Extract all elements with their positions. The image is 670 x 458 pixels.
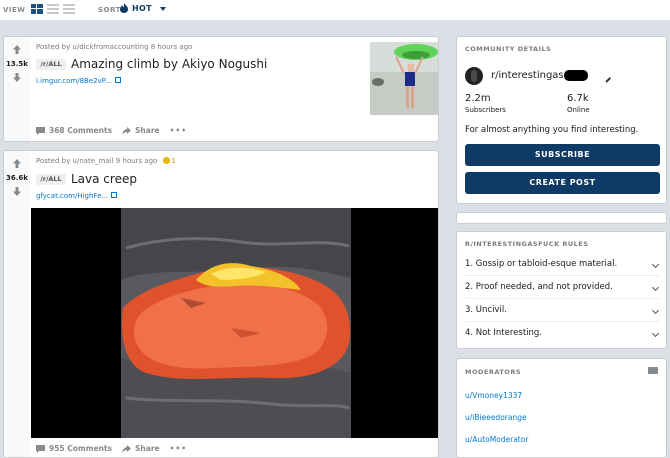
community-details-panel: COMMUNITY DETAILS r/interestingas 2.2m S… <box>456 36 667 204</box>
rule-item[interactable]: 2. Proof needed, and not provided. <box>465 276 660 299</box>
post-meta: Posted by u/nate_mail 9 hours ago 1 <box>36 157 176 165</box>
post-card[interactable]: 13.5k Posted by u/dickfromaccounting 8 h… <box>3 36 439 142</box>
moderators-panel: MODERATORS u/Vmoney1337 u/iBieeedorange … <box>456 358 667 458</box>
share-button[interactable]: Share <box>122 444 160 453</box>
share-label: Share <box>135 126 160 135</box>
external-link-icon <box>111 192 118 198</box>
view-label: VIEW <box>3 6 26 14</box>
upvote-icon[interactable] <box>13 45 21 54</box>
upvote-icon[interactable] <box>13 159 21 168</box>
vote-score: 13.5k <box>6 60 28 68</box>
moderator-link[interactable]: u/AutoModerator <box>465 435 528 444</box>
view-sort-bar: VIEW SORT HOT <box>0 0 670 20</box>
flame-icon <box>120 3 128 13</box>
create-post-button[interactable]: CREATE POST <box>465 172 660 194</box>
post-link[interactable]: i.imgur.com/8Be2vP... <box>36 77 121 85</box>
redaction-mark <box>564 70 588 81</box>
rule-item[interactable]: 1. Gossip or tabloid-esque material. <box>465 253 660 276</box>
chevron-down-icon[interactable] <box>651 260 660 269</box>
sort-dropdown[interactable]: HOT <box>120 3 152 13</box>
vote-column: 36.6k <box>4 151 30 457</box>
external-link-icon <box>114 77 121 83</box>
post-title[interactable]: Lava creep <box>71 172 137 186</box>
post-card[interactable]: 36.6k Posted by u/nate_mail 9 hours ago 1… <box>3 150 439 458</box>
comments-count: 955 Comments <box>49 444 113 453</box>
chevron-down-icon[interactable] <box>651 329 660 338</box>
chevron-down-icon[interactable] <box>651 283 660 292</box>
community-avatar[interactable] <box>465 67 483 85</box>
compact-view-icon[interactable] <box>63 4 75 14</box>
online-stat: 6.7k Online <box>567 93 590 114</box>
post-title[interactable]: Amazing climb by Akiyo Nogushi <box>71 57 267 71</box>
award-count: 1 <box>171 157 176 165</box>
rules-panel: R/INTERESTINGASFUCK RULES 1. Gossip or t… <box>456 231 667 349</box>
subscribe-button[interactable]: SUBSCRIBE <box>465 144 660 166</box>
chevron-down-icon[interactable] <box>651 306 660 315</box>
share-label: Share <box>135 444 160 453</box>
downvote-icon[interactable] <box>13 187 21 196</box>
rule-label: 4. Not Interesting. <box>465 328 543 338</box>
vote-score: 36.6k <box>6 174 28 182</box>
share-icon <box>122 126 132 135</box>
moderator-link[interactable]: u/Vmoney1337 <box>465 391 522 400</box>
pencil-icon <box>605 77 611 83</box>
rule-item[interactable]: 3. Uncivil. <box>465 299 660 322</box>
post-link-text[interactable]: gfycat.com/HighFe... <box>36 192 108 200</box>
comments-button[interactable]: 368 Comments <box>36 126 112 135</box>
sidebar-spacer <box>456 212 667 224</box>
rule-item[interactable]: 4. Not Interesting. <box>465 322 660 345</box>
classic-view-icon[interactable] <box>47 4 59 14</box>
community-name[interactable]: r/interestingas <box>491 70 564 81</box>
subscribers-value: 2.2m <box>465 93 491 104</box>
subreddit-tag[interactable]: /r/ALL <box>36 174 66 185</box>
post-link[interactable]: gfycat.com/HighFe... <box>36 192 118 200</box>
comment-icon <box>36 444 45 453</box>
rule-label: 3. Uncivil. <box>465 305 507 315</box>
rule-label: 1. Gossip or tabloid-esque material. <box>465 259 618 269</box>
moderators-header: MODERATORS <box>465 368 522 376</box>
more-options-icon[interactable]: ••• <box>170 126 187 135</box>
vote-column: 13.5k <box>4 37 30 141</box>
post-meta: Posted by u/dickfromaccounting 8 hours a… <box>36 43 193 51</box>
subscribers-stat: 2.2m Subscribers <box>465 93 506 114</box>
online-label: Online <box>567 106 590 114</box>
community-description: For almost anything you find interesting… <box>465 125 639 135</box>
community-details-header: COMMUNITY DETAILS <box>465 45 552 53</box>
post-thumbnail[interactable] <box>370 42 438 115</box>
subscribers-label: Subscribers <box>465 106 506 114</box>
subreddit-tag[interactable]: /r/ALL <box>36 59 66 70</box>
comments-button[interactable]: 955 Comments <box>36 444 112 453</box>
comment-icon <box>36 126 45 135</box>
post-actions: 368 Comments Share ••• <box>36 126 187 135</box>
chevron-down-icon[interactable] <box>160 7 166 11</box>
post-actions: 955 Comments Share ••• <box>36 444 187 453</box>
post-media-video[interactable] <box>31 208 438 438</box>
moderator-link[interactable]: u/iBieeedorange <box>465 413 527 422</box>
post-link-text[interactable]: i.imgur.com/8Be2vP... <box>36 77 112 85</box>
downvote-icon[interactable] <box>13 73 21 82</box>
online-value: 6.7k <box>567 93 589 104</box>
rules-header: R/INTERESTINGASFUCK RULES <box>465 240 589 248</box>
post-meta-text: Posted by u/nate_mail 9 hours ago <box>36 157 158 165</box>
climber-image <box>370 42 438 115</box>
lava-image <box>31 208 438 438</box>
rule-label: 2. Proof needed, and not provided. <box>465 282 613 292</box>
comments-count: 368 Comments <box>49 126 113 135</box>
sort-label: SORT <box>98 6 121 14</box>
card-view-icon[interactable] <box>31 4 43 14</box>
share-button[interactable]: Share <box>122 126 160 135</box>
more-options-icon[interactable]: ••• <box>170 444 187 453</box>
mail-icon[interactable] <box>648 367 658 374</box>
sort-value: HOT <box>132 3 152 13</box>
award-icon <box>163 157 171 164</box>
share-icon <box>122 444 132 453</box>
